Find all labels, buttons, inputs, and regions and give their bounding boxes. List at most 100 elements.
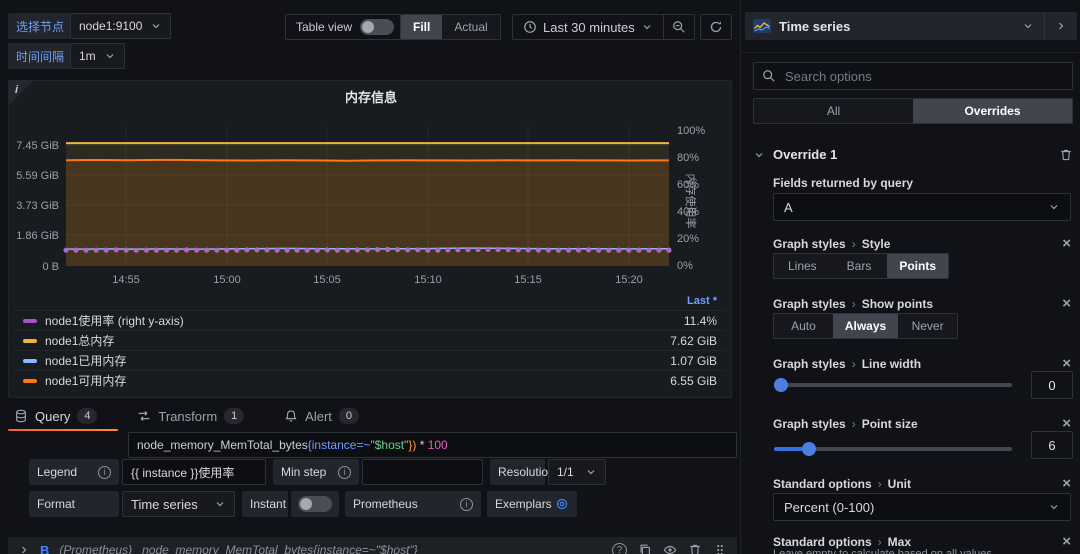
option-style-label: Graph styles›Style × bbox=[773, 236, 1071, 251]
options-search[interactable] bbox=[753, 62, 1073, 90]
node-variable-select[interactable]: node1:9100 bbox=[70, 13, 171, 39]
tab-overrides[interactable]: Overrides bbox=[913, 99, 1072, 123]
panel-title[interactable]: 内存信息 bbox=[9, 87, 733, 106]
style-points-option[interactable]: Points bbox=[887, 254, 948, 278]
series-color-swatch[interactable] bbox=[23, 359, 37, 363]
chevron-right-icon[interactable] bbox=[18, 544, 30, 554]
info-icon[interactable]: i bbox=[98, 466, 111, 479]
legend-format-input[interactable] bbox=[122, 459, 266, 485]
trash-icon[interactable] bbox=[688, 543, 702, 554]
actual-option[interactable]: Actual bbox=[442, 15, 499, 39]
memory-panel[interactable]: i 内存信息 7.45 GiB5.59 GiB3.73 GiB1.86 GiB0… bbox=[8, 80, 732, 398]
tab-all[interactable]: All bbox=[754, 99, 913, 123]
fill-actual-group: Fill Actual bbox=[400, 14, 501, 40]
style-bars-option[interactable]: Bars bbox=[831, 254, 888, 278]
resolution-select[interactable]: 1/1 bbox=[548, 459, 606, 485]
point-size-value[interactable]: 6 bbox=[1031, 431, 1073, 459]
line-width-value[interactable]: 0 bbox=[1031, 371, 1073, 399]
remove-property-icon[interactable]: × bbox=[1062, 356, 1071, 371]
query-ref-id: B bbox=[40, 543, 49, 554]
fill-option[interactable]: Fill bbox=[401, 15, 442, 39]
point-size-slider[interactable] bbox=[774, 447, 1012, 451]
duplicate-icon[interactable] bbox=[638, 543, 652, 554]
slider-handle[interactable] bbox=[802, 442, 816, 456]
chevron-down-icon bbox=[753, 149, 765, 161]
time-range-picker[interactable]: Last 30 minutes bbox=[512, 14, 664, 40]
collapse-options-button[interactable] bbox=[1044, 12, 1077, 40]
style-lines-option[interactable]: Lines bbox=[774, 254, 831, 278]
remove-property-icon[interactable]: × bbox=[1062, 416, 1071, 431]
search-input[interactable] bbox=[783, 68, 1064, 85]
legend-row[interactable]: node1总内存 7.62 GiB bbox=[15, 330, 725, 350]
delete-override-icon[interactable] bbox=[1059, 148, 1073, 162]
query-datasource: (Prometheus) bbox=[59, 543, 132, 554]
chevron-down-icon bbox=[585, 466, 597, 478]
unit-select[interactable]: Percent (0-100) bbox=[773, 493, 1071, 521]
query-row-actions: ? bbox=[612, 543, 727, 554]
drag-handle-icon[interactable] bbox=[713, 543, 727, 554]
svg-text:15:00: 15:00 bbox=[213, 274, 241, 286]
slider-handle[interactable] bbox=[774, 378, 788, 392]
chevron-down-icon bbox=[150, 20, 162, 32]
time-controls: Last 30 minutes bbox=[512, 14, 695, 40]
table-view-toggle[interactable] bbox=[360, 19, 394, 35]
show-points-never-option[interactable]: Never bbox=[898, 314, 957, 338]
database-icon bbox=[14, 409, 28, 423]
svg-text:0 B: 0 B bbox=[42, 261, 59, 273]
instant-label: Instant bbox=[242, 491, 288, 517]
chevron-down-icon bbox=[1048, 201, 1060, 213]
line-width-slider[interactable] bbox=[774, 383, 1012, 387]
visualization-picker[interactable]: Time series bbox=[745, 12, 1077, 40]
remove-property-icon[interactable]: × bbox=[1062, 534, 1071, 549]
legend-row[interactable]: node1使用率 (right y-axis) 11.4% bbox=[15, 310, 725, 330]
show-points-radio-group: Auto Always Never bbox=[773, 313, 958, 339]
memory-chart[interactable]: 7.45 GiB5.59 GiB3.73 GiB1.86 GiB0 B100%8… bbox=[9, 107, 733, 291]
remove-property-icon[interactable]: × bbox=[1062, 236, 1071, 251]
format-select[interactable]: Time series bbox=[122, 491, 235, 517]
svg-text:14:55: 14:55 bbox=[112, 274, 140, 286]
chevron-down-icon bbox=[104, 50, 116, 62]
info-icon[interactable]: i bbox=[338, 466, 351, 479]
instant-toggle-wrap bbox=[291, 491, 339, 517]
fields-matcher-select[interactable]: A bbox=[773, 193, 1071, 221]
instant-toggle[interactable] bbox=[298, 496, 332, 512]
show-points-auto-option[interactable]: Auto bbox=[774, 314, 833, 338]
exemplars-label: Exemplars bbox=[487, 491, 577, 517]
style-radio-group: Lines Bars Points bbox=[773, 253, 949, 279]
legend-row[interactable]: node1已用内存 1.07 GiB bbox=[15, 350, 725, 370]
time-series-viz-icon bbox=[753, 19, 771, 33]
series-color-swatch[interactable] bbox=[23, 379, 37, 383]
eye-icon[interactable] bbox=[663, 543, 677, 554]
min-step-input[interactable] bbox=[362, 459, 483, 485]
svg-text:5.59 GiB: 5.59 GiB bbox=[16, 170, 59, 182]
remove-property-icon[interactable]: × bbox=[1062, 296, 1071, 311]
zoom-out-button[interactable] bbox=[664, 14, 695, 40]
tab-transform[interactable]: Transform 1 bbox=[137, 408, 244, 424]
refresh-icon bbox=[709, 20, 723, 34]
svg-text:7.45 GiB: 7.45 GiB bbox=[16, 140, 59, 152]
query-expression-preview: node_memory_MemTotal_bytes{instance=~"$h… bbox=[142, 543, 602, 554]
chevron-down-icon bbox=[1048, 501, 1060, 513]
chevron-down-icon bbox=[214, 498, 226, 510]
divider bbox=[741, 52, 1080, 53]
interval-variable-select[interactable]: 1m bbox=[70, 43, 125, 69]
query-expression-editor[interactable]: node_memory_MemTotal_bytes{instance=~"$h… bbox=[128, 432, 737, 458]
exemplars-icon[interactable] bbox=[555, 497, 569, 511]
series-color-swatch[interactable] bbox=[23, 319, 37, 323]
option-max-label: Standard options›Max × bbox=[773, 534, 1071, 549]
show-points-always-option[interactable]: Always bbox=[833, 314, 898, 338]
remove-property-icon[interactable]: × bbox=[1062, 476, 1071, 491]
tab-query[interactable]: Query 4 bbox=[14, 408, 97, 424]
override-header[interactable]: Override 1 bbox=[753, 147, 1073, 162]
editor-tabs: Query 4 Transform 1 Alert 0 bbox=[14, 408, 359, 424]
query-row-b[interactable]: B (Prometheus) node_memory_MemTotal_byte… bbox=[8, 537, 737, 554]
tab-alert[interactable]: Alert 0 bbox=[284, 408, 359, 424]
legend-row[interactable]: node1可用内存 6.55 GiB bbox=[15, 370, 725, 390]
clock-icon bbox=[523, 20, 537, 34]
active-tab-indicator bbox=[8, 429, 118, 431]
legend-header-last[interactable]: Last * bbox=[15, 293, 725, 310]
series-color-swatch[interactable] bbox=[23, 339, 37, 343]
refresh-button[interactable] bbox=[700, 14, 732, 40]
help-icon[interactable]: ? bbox=[612, 543, 627, 554]
info-icon[interactable]: i bbox=[460, 498, 473, 511]
